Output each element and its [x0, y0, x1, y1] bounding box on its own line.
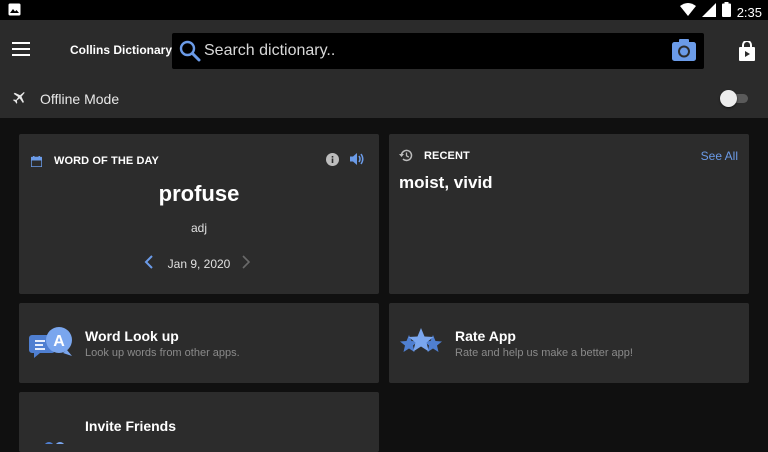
app-title: Collins Dictionary [70, 43, 173, 57]
status-time: 2:35 [736, 4, 762, 20]
svg-text:A: A [53, 333, 65, 350]
search-icon [179, 40, 201, 67]
search-box[interactable] [172, 33, 704, 69]
offline-mode-toggle[interactable] [720, 90, 748, 107]
rate-app-title: Rate App [455, 328, 516, 344]
chevron-left-icon[interactable] [143, 255, 155, 274]
toolbar: Collins Dictionary [0, 20, 768, 80]
recent-card: RECENT See All moist, vivid [389, 134, 749, 294]
recent-header: RECENT [424, 150, 470, 162]
word-of-the-day-card[interactable]: WORD OF THE DAY profuse adj Jan 9, 2020 [19, 134, 379, 294]
invite-friends-card[interactable]: Invite Friends [19, 392, 379, 452]
rate-app-subtitle: Rate and help us make a better app! [455, 347, 633, 359]
history-icon [399, 149, 413, 167]
word-of-the-day-header: WORD OF THE DAY [54, 155, 159, 167]
word-look-up-subtitle: Look up words from other apps. [85, 347, 240, 359]
menu-icon[interactable] [12, 42, 32, 58]
rate-app-card[interactable]: Rate App Rate and help us make a better … [389, 303, 749, 383]
stars-icon [399, 325, 443, 364]
battery-icon [721, 2, 731, 22]
image-icon [8, 3, 21, 21]
see-all-link[interactable]: See All [701, 149, 738, 163]
recent-words[interactable]: moist, vivid [399, 173, 493, 193]
word-look-up-card[interactable]: A Word Look up Look up words from other … [19, 303, 379, 383]
camera-icon[interactable] [672, 39, 696, 66]
offline-mode-label: Offline Mode [40, 91, 120, 107]
search-input[interactable] [204, 39, 664, 63]
offline-mode-row: Offline Mode [0, 80, 768, 118]
status-bar: 2:35 [0, 0, 768, 20]
word-look-up-title: Word Look up [85, 328, 179, 344]
wifi-icon [679, 2, 696, 22]
signal-icon [701, 2, 716, 22]
part-of-speech: adj [190, 221, 207, 235]
word-of-the-day-word[interactable]: profuse [19, 181, 379, 207]
chat-bubbles-icon: A [29, 325, 75, 366]
toggle-thumb [720, 90, 737, 107]
airplane-icon [12, 90, 26, 109]
chevron-right-icon[interactable] [240, 255, 252, 274]
calendar-icon [30, 154, 43, 172]
shopping-bag-icon[interactable] [738, 40, 756, 66]
speaker-icon[interactable] [350, 152, 365, 171]
info-icon[interactable] [326, 153, 339, 171]
word-of-the-day-date: Jan 9, 2020 [167, 257, 231, 271]
